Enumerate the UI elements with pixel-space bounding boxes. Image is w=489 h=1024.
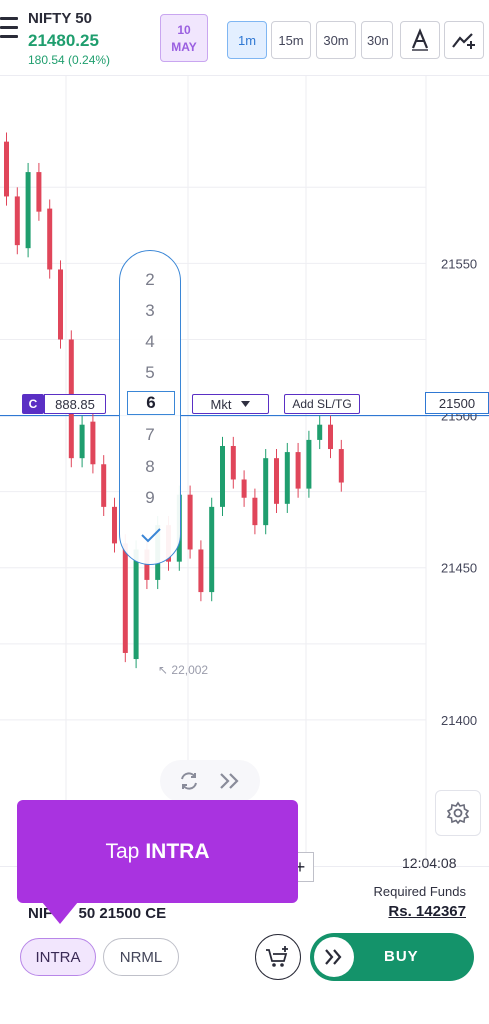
price-axis: 21550215002145021400	[441, 256, 477, 728]
intra-product-button[interactable]: INTRA	[20, 938, 96, 976]
coach-mark-tooltip[interactable]: Tap INTRA	[17, 800, 298, 903]
buy-slider-button[interactable]: BUY	[310, 933, 474, 981]
order-price-field[interactable]: 888.85	[44, 394, 106, 414]
buy-slider-knob[interactable]	[314, 937, 354, 977]
candle-body	[317, 424, 323, 440]
picker-option[interactable]: 3	[120, 301, 180, 321]
candle-body	[263, 458, 269, 526]
candle-body	[133, 549, 139, 660]
timeframe-more-button[interactable]: 30n	[361, 21, 393, 59]
tooltip-pointer	[42, 902, 78, 924]
candle-body	[295, 452, 301, 489]
add-to-basket-button[interactable]	[255, 934, 301, 980]
y-tick-label: 21400	[441, 713, 477, 728]
y-tick-label: 21550	[441, 256, 477, 271]
candle-body	[328, 424, 333, 450]
expiry-day: 10	[177, 23, 191, 37]
candle-body	[209, 506, 215, 593]
low-marker-label: ↖ 22,002	[158, 663, 209, 677]
confirm-check-icon[interactable]	[140, 527, 162, 543]
picker-option[interactable]: 9	[120, 488, 180, 508]
add-sl-tg-button[interactable]: Add SL/TG	[284, 394, 360, 414]
picker-option[interactable]: 5	[120, 363, 180, 383]
candle-body	[122, 543, 128, 653]
order-type-label: Mkt	[210, 396, 232, 412]
picker-option[interactable]: 8	[120, 457, 180, 477]
expiry-date-button[interactable]: 10 MAY	[160, 14, 208, 62]
chart-header: NIFTY 50 21480.25 180.54 (0.24%) 10 MAY …	[0, 0, 489, 76]
menu-icon[interactable]	[0, 17, 18, 39]
order-type-badge: C	[22, 394, 44, 414]
buy-label: BUY	[384, 948, 419, 965]
candle-body	[101, 464, 107, 507]
cart-plus-icon	[266, 946, 288, 967]
trend-line-icon	[452, 33, 475, 49]
candle-body	[306, 439, 312, 489]
gear-icon	[446, 801, 470, 825]
price-line-label: 21500	[425, 392, 489, 414]
last-traded-price: 21480.25	[28, 31, 99, 50]
order-type-dropdown[interactable]: Mkt	[192, 394, 269, 414]
tooltip-target: INTRA	[145, 839, 210, 863]
required-funds-value[interactable]: Rs. 142367	[388, 903, 466, 920]
double-chevron-right-icon	[325, 949, 342, 965]
candle-body	[47, 208, 53, 270]
lot-quantity-picker[interactable]: 2 3 4 5 6 7 8 9	[119, 250, 181, 565]
candle-body	[79, 424, 85, 459]
low-marker-value: 22,002	[171, 663, 209, 677]
chart-time-label: 12:04:08	[402, 855, 457, 871]
picker-option[interactable]: 4	[120, 332, 180, 352]
expiry-month: MAY	[171, 40, 197, 54]
scroll-to-latest-icon[interactable]	[218, 771, 242, 791]
caret-down-icon	[241, 401, 251, 407]
candle-body	[14, 196, 20, 246]
timeframe-30m-button[interactable]: 30m	[316, 21, 356, 59]
candle-body	[274, 458, 279, 504]
text-tool-button[interactable]	[400, 21, 440, 59]
picker-option[interactable]: 7	[120, 425, 180, 445]
candle-body	[4, 141, 9, 197]
candle-body	[112, 506, 117, 544]
candle-body	[90, 421, 96, 465]
text-tool-icon	[411, 28, 429, 51]
candle-body	[187, 494, 193, 550]
symbol-name: NIFTY 50	[28, 10, 92, 27]
tooltip-prefix: Tap	[105, 839, 140, 863]
candlestick-chart[interactable]: 21550 21500 21450 21400	[0, 76, 489, 866]
candle-body	[230, 446, 236, 480]
trend-line-button[interactable]	[444, 21, 484, 59]
refresh-icon[interactable]	[178, 770, 200, 792]
candle-body	[220, 446, 225, 507]
candle-body	[284, 452, 290, 504]
picker-selected-option[interactable]: 6	[127, 391, 175, 415]
timeframe-1m-button[interactable]: 1m	[227, 21, 267, 59]
picker-option[interactable]: 2	[120, 270, 180, 290]
candle-body	[58, 269, 63, 340]
candle-body	[338, 449, 344, 483]
candle-body	[25, 172, 31, 249]
candle-body	[241, 479, 247, 498]
candle-body	[252, 497, 258, 526]
contract-suffix: 50 21500 CE	[78, 905, 167, 922]
required-funds-label: Required Funds	[373, 884, 467, 899]
price-change: 180.54 (0.24%)	[28, 53, 111, 67]
nrml-product-button[interactable]: NRML	[103, 938, 179, 976]
timeframe-15m-button[interactable]: 15m	[271, 21, 311, 59]
candle-body	[36, 172, 42, 212]
chart-nav-pill	[160, 760, 260, 802]
y-tick-label: 21450	[441, 561, 477, 576]
chart-settings-button[interactable]	[435, 790, 481, 836]
candle-body	[198, 549, 204, 593]
